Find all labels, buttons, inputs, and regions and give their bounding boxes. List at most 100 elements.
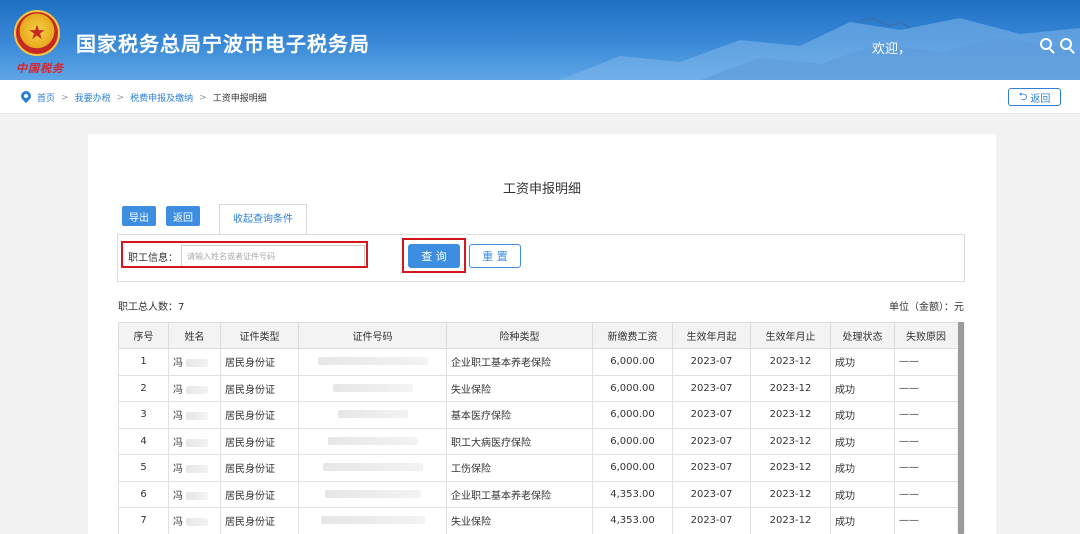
cell-insurance: 企业职工基本养老保险 [446,480,593,508]
redacted-mask [186,359,209,368]
amount-unit: 单位（金额）：元 [889,302,964,313]
cell-status: 成功 [830,480,895,508]
redacted-mask [322,463,423,472]
redacted-mask [317,357,428,366]
cell-id-type: 居民身份证 [220,374,299,402]
name-text: 冯 [173,517,183,529]
table-scrollbar-thumb[interactable] [958,322,964,534]
tab-collapse-query[interactable]: 收起查询条件 [219,204,307,234]
cell-no: 4 [118,427,169,455]
redacted-mask [320,516,425,525]
column-header: 证件类型 [220,322,299,349]
breadcrumb-declaration[interactable]: 税费申报及缴纳 [130,91,193,104]
employee-total: 职工总人数：7 [118,302,185,313]
cell-name: 冯 [168,454,221,482]
cell-status: 成功 [830,374,895,402]
cell-no: 2 [118,374,169,402]
cell-reason: —— [894,454,958,482]
cell-start: 2023-07 [672,507,751,534]
column-header: 序号 [118,322,169,349]
redacted-mask [332,383,413,392]
cell-id-number [298,427,447,455]
cell-reason: —— [894,480,958,508]
breadcrumb-tax-services[interactable]: 我要办税 [75,91,111,104]
zoom-out-icon[interactable] [1060,38,1072,50]
redacted-mask [327,436,418,445]
redacted-mask [186,465,209,474]
column-header: 生效年月起 [672,322,751,349]
cell-wage: 4,353.00 [592,507,673,534]
cell-id-type: 居民身份证 [220,507,299,534]
cell-wage: 6,000.00 [592,427,673,455]
cell-id-type: 居民身份证 [220,454,299,482]
table-row: 1 冯 居民身份证 企业职工基本养老保险 6,000.00 2023-07 20… [118,348,958,376]
breadcrumb-current: 工资申报明细 [212,94,267,104]
cell-name: 冯 [168,480,221,508]
cell-insurance: 企业职工基本养老保险 [446,348,593,376]
column-header: 失败原因 [894,322,958,349]
highlight-box-query [402,238,466,273]
welcome-text: 欢迎， [872,42,912,57]
cell-reason: —— [894,427,958,455]
column-header: 新缴费工资 [592,322,673,349]
reset-button[interactable]: 重 置 [469,244,521,268]
breadcrumb-separator: > [61,92,69,103]
table-row: 3 冯 居民身份证 基本医疗保险 6,000.00 2023-07 2023-1… [118,401,958,429]
cell-end: 2023-12 [750,454,831,482]
cell-id-number [298,348,447,376]
cell-insurance: 基本医疗保险 [446,401,593,429]
redacted-mask [186,412,209,421]
cell-name: 冯 [168,348,221,376]
table-row: 2 冯 居民身份证 失业保险 6,000.00 2023-07 2023-12 … [118,374,958,402]
cell-wage: 6,000.00 [592,454,673,482]
cell-status: 成功 [830,427,895,455]
cell-start: 2023-07 [672,374,751,402]
breadcrumb-separator: > [199,92,207,103]
cell-id-number [298,454,447,482]
cell-insurance: 失业保险 [446,374,593,402]
name-text: 冯 [173,437,183,449]
cell-id-type: 居民身份证 [220,348,299,376]
site-header: ★ 中国税务 国家税务总局宁波市电子税务局 欢迎， [0,0,1080,80]
zoom-in-icon[interactable] [1040,38,1052,50]
export-button[interactable]: 导出 [122,206,156,226]
table-row: 5 冯 居民身份证 工伤保险 6,000.00 2023-07 2023-12 … [118,454,958,482]
tax-signature-logo: 中国税务 [16,62,64,75]
column-header: 姓名 [168,322,221,349]
cell-end: 2023-12 [750,427,831,455]
redacted-mask [186,438,209,447]
cell-no: 1 [118,348,169,376]
table-row: 6 冯 居民身份证 企业职工基本养老保险 4,353.00 2023-07 20… [118,480,958,508]
column-header: 处理状态 [830,322,895,349]
name-text: 冯 [173,358,183,370]
redacted-mask [186,518,209,527]
column-header: 险种类型 [446,322,593,349]
table-row: 7 冯 居民身份证 失业保险 4,353.00 2023-07 2023-12 … [118,507,958,534]
tax-emblem-logo: ★ [14,10,60,56]
cell-id-number [298,480,447,508]
main-panel: 工资申报明细 导出 返回 收起查询条件 职工信息： 查 询 重 置 职工总人数：… [88,134,996,534]
cell-insurance: 工伤保险 [446,454,593,482]
cell-end: 2023-12 [750,480,831,508]
cell-wage: 6,000.00 [592,348,673,376]
cell-no: 7 [118,507,169,534]
highlight-box-employee [121,241,368,268]
return-button[interactable]: 返回 [166,206,200,226]
return-arrow-icon: ⮌ [1018,89,1028,103]
redacted-mask [337,410,408,419]
cell-start: 2023-07 [672,401,751,429]
table-header-row: 序号 姓名 证件类型 证件号码 险种类型 新缴费工资 生效年月起 生效年月止 处… [118,322,958,349]
name-text: 冯 [173,490,183,502]
cell-name: 冯 [168,374,221,402]
back-button[interactable]: ⮌ 返回 [1008,88,1061,106]
breadcrumb-bar: 首页 > 我要办税 > 税费申报及缴纳 > 工资申报明细 ⮌ 返回 [0,80,1080,114]
table-row: 4 冯 居民身份证 职工大病医疗保险 6,000.00 2023-07 2023… [118,427,958,455]
name-text: 冯 [173,384,183,396]
cell-wage: 4,353.00 [592,480,673,508]
cell-reason: —— [894,401,958,429]
cell-reason: —— [894,348,958,376]
breadcrumb: 首页 > 我要办税 > 税费申报及缴纳 > 工资申报明细 [37,91,267,105]
breadcrumb-home[interactable]: 首页 [37,91,55,104]
cell-wage: 6,000.00 [592,374,673,402]
redacted-mask [186,491,209,500]
